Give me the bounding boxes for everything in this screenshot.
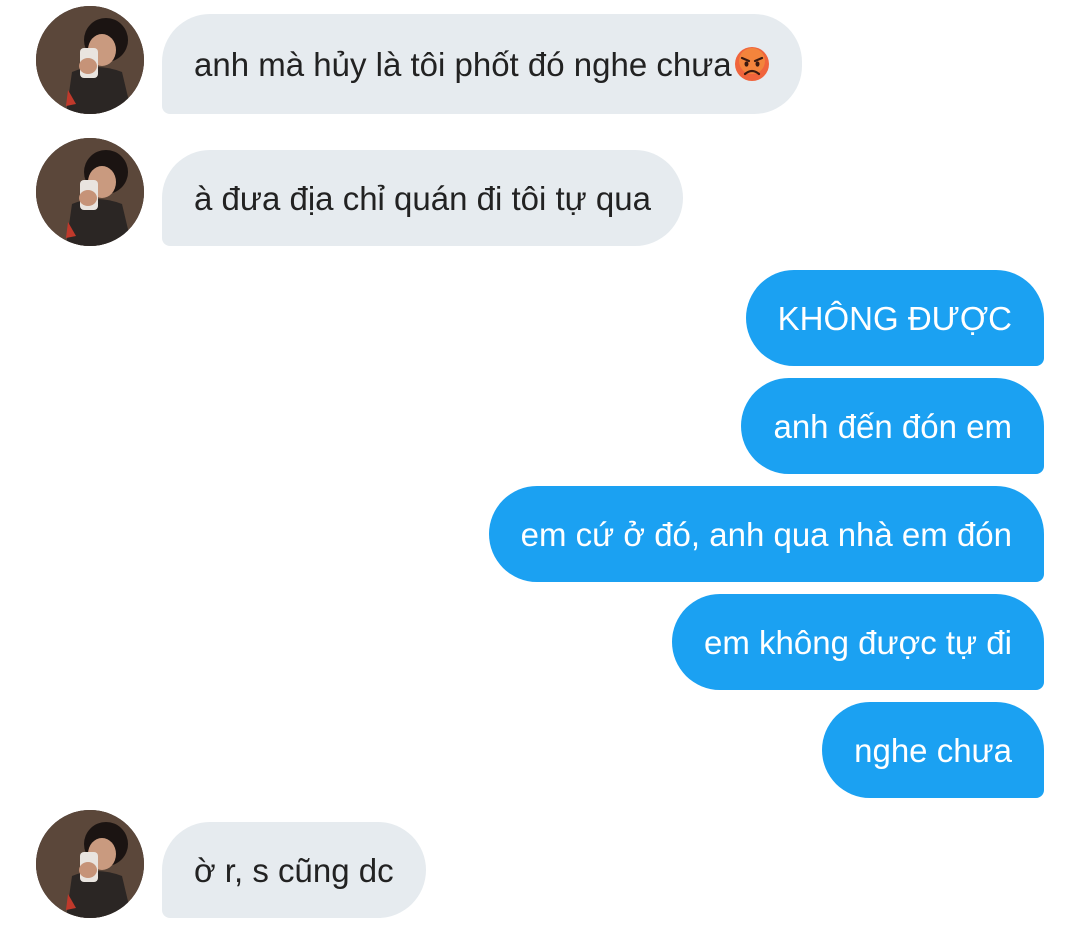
- message-text: nghe chưa: [854, 731, 1012, 769]
- outgoing-message-bubble[interactable]: KHÔNG ĐƯỢC: [745, 270, 1044, 366]
- message-text: KHÔNG ĐƯỢC: [777, 299, 1012, 337]
- message-text: anh đến đón em: [773, 407, 1012, 445]
- angry-face-icon: [734, 46, 770, 82]
- avatar-photo: [36, 810, 144, 918]
- avatar[interactable]: [36, 6, 144, 114]
- message-text: em cứ ở đó, anh qua nhà em đón: [520, 515, 1012, 553]
- message-text: ờ r, s cũng dc: [194, 851, 394, 889]
- avatar-photo: [36, 6, 144, 114]
- chat-thread: anh mà hủy là tôi phốt đó nghe chưa à đư…: [0, 0, 1080, 951]
- incoming-message-bubble[interactable]: ờ r, s cũng dc: [162, 822, 426, 918]
- avatar-photo: [36, 138, 144, 246]
- outgoing-message-bubble[interactable]: em không được tự đi: [672, 594, 1044, 690]
- outgoing-message-bubble[interactable]: anh đến đón em: [741, 378, 1044, 474]
- message-text: anh mà hủy là tôi phốt đó nghe chưa: [194, 45, 732, 83]
- avatar[interactable]: [36, 810, 144, 918]
- message-text: em không được tự đi: [704, 623, 1012, 661]
- incoming-message-bubble[interactable]: à đưa địa chỉ quán đi tôi tự qua: [162, 150, 683, 246]
- outgoing-message-bubble[interactable]: em cứ ở đó, anh qua nhà em đón: [488, 486, 1044, 582]
- outgoing-message-bubble[interactable]: nghe chưa: [822, 702, 1044, 798]
- avatar[interactable]: [36, 138, 144, 246]
- incoming-message-bubble[interactable]: anh mà hủy là tôi phốt đó nghe chưa: [162, 14, 802, 114]
- message-text: à đưa địa chỉ quán đi tôi tự qua: [194, 179, 651, 217]
